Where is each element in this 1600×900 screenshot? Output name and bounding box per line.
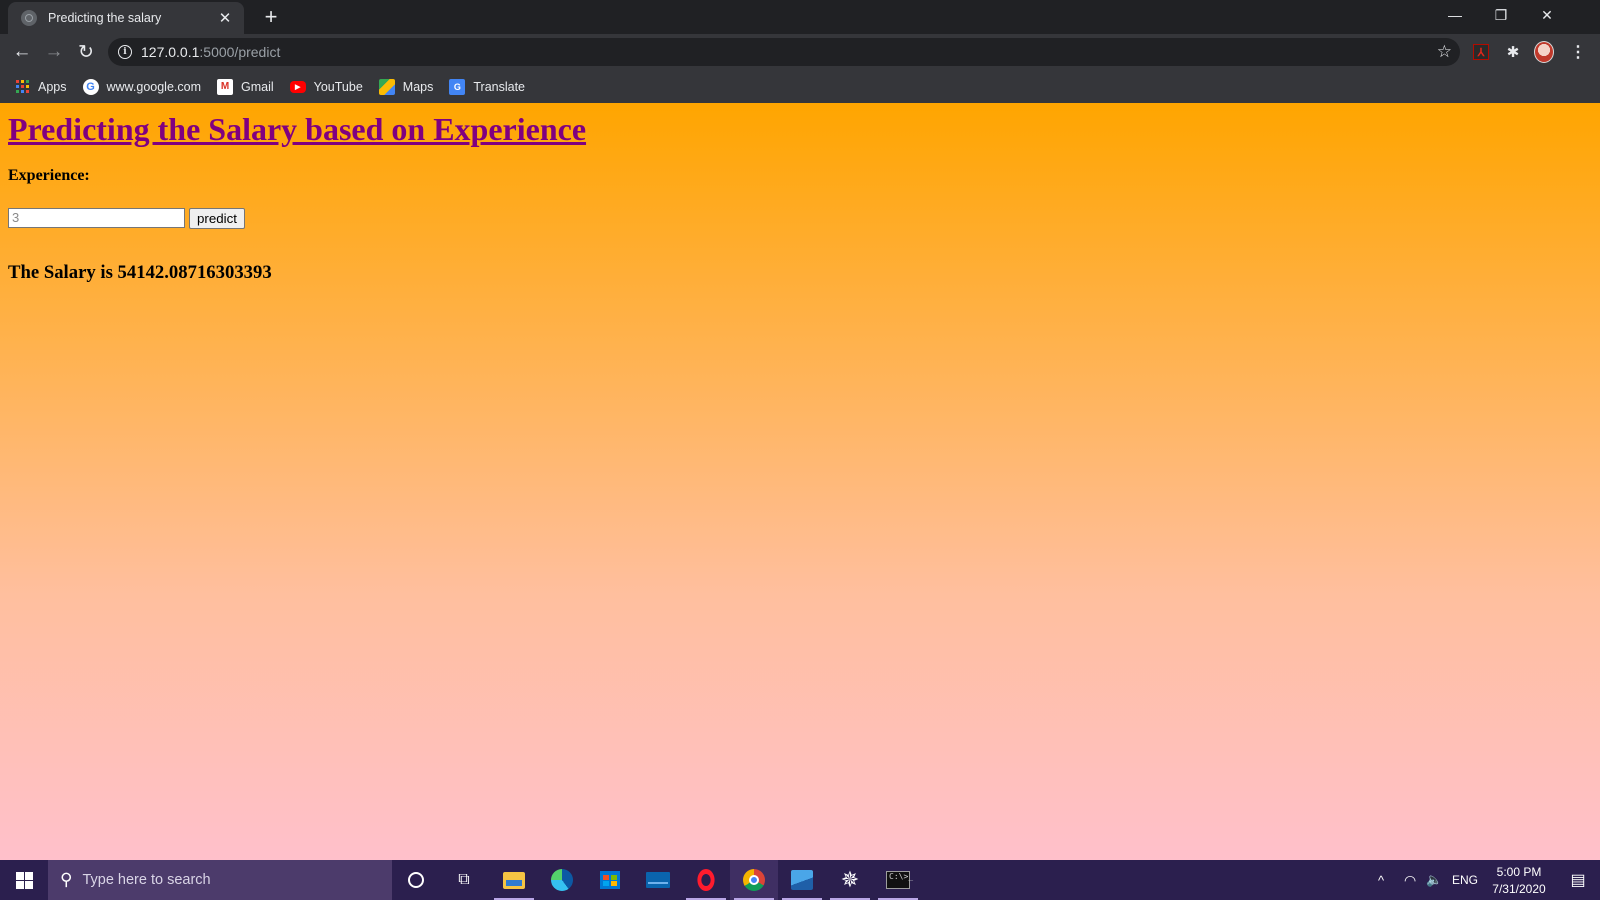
search-icon: ⚲ xyxy=(60,870,73,889)
browser-menu-icon[interactable]: ⋮ xyxy=(1568,42,1588,62)
acrobat-icon: ⅄ xyxy=(1473,44,1489,60)
page-content: Predicting the Salary based on Experienc… xyxy=(0,103,1600,860)
bookmark-label: Gmail xyxy=(241,79,274,94)
profile-avatar[interactable] xyxy=(1534,41,1554,63)
cortana-button[interactable] xyxy=(392,860,440,900)
volume-icon[interactable]: 🔈 xyxy=(1426,860,1442,900)
task-view-button[interactable]: ⧉ xyxy=(440,860,488,900)
page-title[interactable]: Predicting the Salary based on Experienc… xyxy=(8,111,586,148)
gmail-icon: M xyxy=(217,78,233,95)
bookmark-gmail[interactable]: M Gmail xyxy=(217,78,274,95)
youtube-icon: ▶ xyxy=(289,80,306,93)
chrome-button[interactable] xyxy=(730,860,778,900)
notification-center-icon[interactable]: ▤ xyxy=(1556,860,1600,900)
edge-button[interactable] xyxy=(538,860,586,900)
google-icon: G xyxy=(82,78,99,95)
browser-tab-active[interactable]: Predicting the salary ✕ xyxy=(8,2,244,34)
bookmark-translate[interactable]: G Translate xyxy=(449,78,526,95)
bookmark-star-icon[interactable]: ☆ xyxy=(1437,42,1452,62)
photos-button[interactable] xyxy=(778,860,826,900)
predict-button[interactable]: predict xyxy=(189,208,245,229)
apps-grid-icon xyxy=(14,79,30,95)
restore-button[interactable]: ❐ xyxy=(1478,0,1524,30)
wifi-icon[interactable]: ◠ xyxy=(1404,860,1416,900)
file-explorer-icon xyxy=(503,871,525,889)
bookmark-label: www.google.com xyxy=(106,79,202,94)
bookmark-apps[interactable]: Apps xyxy=(14,79,67,95)
close-window-button[interactable]: ✕ xyxy=(1524,0,1570,30)
globe-icon xyxy=(21,10,37,26)
maps-icon xyxy=(378,78,395,95)
bookmark-label: Translate xyxy=(473,79,526,94)
file-explorer-button[interactable] xyxy=(490,860,538,900)
forward-button[interactable]: → xyxy=(40,38,68,66)
bookmark-google[interactable]: G www.google.com xyxy=(82,78,202,95)
bookmark-youtube[interactable]: ▶ YouTube xyxy=(289,79,363,94)
minimize-button[interactable]: — xyxy=(1432,0,1478,30)
salary-result: The Salary is 54142.08716303393 xyxy=(8,262,272,283)
terminal-button[interactable]: C:\>_ xyxy=(874,860,922,900)
language-indicator[interactable]: ENG xyxy=(1452,860,1478,900)
search-placeholder: Type here to search xyxy=(82,872,211,888)
bookmarks-bar: Apps G www.google.com M Gmail ▶ YouTube … xyxy=(0,70,1600,103)
url-host: 127.0.0.1 xyxy=(141,44,200,60)
reload-button[interactable]: ↻ xyxy=(72,38,100,66)
clock-time: 5:00 PM xyxy=(1496,865,1542,879)
start-button[interactable] xyxy=(0,860,48,900)
opera-button[interactable] xyxy=(682,860,730,900)
spider-app-button[interactable]: ✵ xyxy=(826,860,874,900)
spider-icon: ✵ xyxy=(840,867,860,892)
site-info-icon[interactable]: i xyxy=(118,45,132,59)
tab-title: Predicting the salary xyxy=(48,11,162,25)
terminal-icon: C:\>_ xyxy=(886,871,913,889)
url-path: :5000/predict xyxy=(199,44,281,60)
avatar xyxy=(1534,41,1554,63)
browser-toolbar: ← → ↻ i 127.0.0.1:5000/predict ☆ ⅄ ✱ ⋮ xyxy=(0,34,1600,70)
bookmark-label: Apps xyxy=(38,79,67,94)
bookmark-maps[interactable]: Maps xyxy=(378,78,434,95)
clock-date: 7/31/2020 xyxy=(1492,882,1546,896)
new-tab-button[interactable]: + xyxy=(259,4,283,29)
tab-close-icon[interactable]: ✕ xyxy=(216,9,234,27)
windows-logo-icon xyxy=(15,871,33,889)
chrome-icon xyxy=(743,869,765,891)
cortana-icon xyxy=(408,872,424,888)
tray-chevron-icon[interactable]: ^ xyxy=(1378,860,1384,900)
opera-icon xyxy=(697,869,715,891)
edge-icon xyxy=(551,869,573,891)
extensions-puzzle-icon[interactable]: ✱ xyxy=(1503,42,1523,62)
mail-button[interactable] xyxy=(634,860,682,900)
photos-icon xyxy=(791,870,813,890)
task-view-icon: ⧉ xyxy=(458,871,470,888)
translate-icon: G xyxy=(449,78,466,95)
store-button[interactable] xyxy=(586,860,634,900)
browser-tab-strip: Predicting the salary ✕ + — ❐ ✕ xyxy=(0,0,1600,34)
back-button[interactable]: ← xyxy=(8,38,36,66)
mail-icon xyxy=(646,872,670,888)
taskbar-search-box[interactable]: ⚲ Type here to search xyxy=(48,860,392,900)
store-icon xyxy=(600,871,620,889)
windows-taskbar: ⚲ Type here to search ⧉ ✵ C:\>_ ^ ◠ 🔈 EN… xyxy=(0,860,1600,900)
experience-label: Experience: xyxy=(8,167,90,184)
address-bar[interactable]: i 127.0.0.1:5000/predict ☆ xyxy=(108,38,1460,66)
acrobat-extension-icon[interactable]: ⅄ xyxy=(1471,42,1491,62)
clock[interactable]: 5:00 PM 7/31/2020 xyxy=(1484,864,1554,898)
bookmark-label: YouTube xyxy=(313,79,363,94)
bookmark-label: Maps xyxy=(402,79,434,94)
experience-input[interactable]: 3 xyxy=(8,208,185,228)
